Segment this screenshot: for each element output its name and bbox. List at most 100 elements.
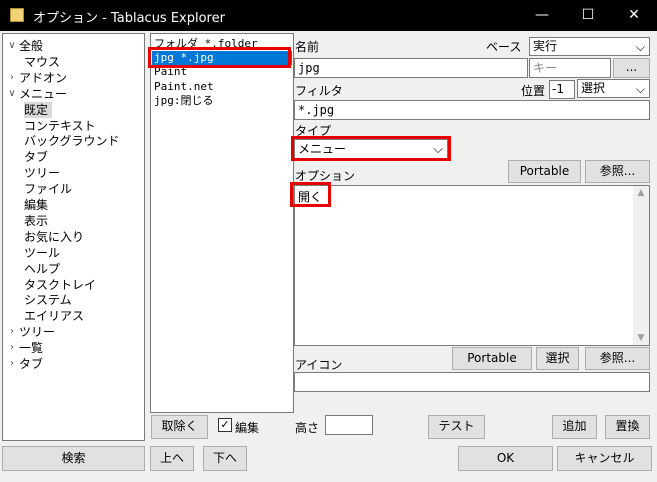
position-label: 位置 [521,84,546,98]
replace-button[interactable]: 置換 [605,415,650,439]
tree-item[interactable]: ツール [3,245,144,261]
tree-item[interactable]: 表示 [3,213,144,229]
key-input[interactable]: キー [529,58,611,78]
tree-item-label: お気に入り [24,229,85,244]
search-button[interactable]: 検索 [2,446,145,471]
list-item[interactable]: フォルダ *.folder [152,37,292,51]
filter-label: フィルタ [295,84,343,98]
scroll-down-icon[interactable]: ▼ [633,333,649,343]
icon-portable-button[interactable]: Portable [452,347,532,370]
tree-item[interactable]: › アドオン [3,70,144,86]
option-portable-button[interactable]: Portable [508,160,581,183]
base-select[interactable]: 実行 ⌵ [529,37,650,56]
expand-down-icon[interactable]: ∨ [7,86,17,102]
tree-item[interactable]: システム [3,292,144,308]
expand-right-icon[interactable]: › [7,70,17,86]
category-tree[interactable]: ∨ 全般 マウス › アドオン ∨ メニュー 既定 コンテキスト バックグラウンド タブ ツリー ファイ… [2,33,145,441]
move-down-button[interactable]: 下へ [203,446,247,471]
remove-button[interactable]: 取除く [151,415,208,439]
minimize-button[interactable]: — [519,0,565,31]
icon-input[interactable] [294,372,650,392]
list-item[interactable]: jpg:閉じる [152,94,292,108]
tree-item[interactable]: ∨ メニュー [3,86,144,102]
add-button[interactable]: 追加 [552,415,597,439]
base-label: ベース [486,40,522,54]
scroll-up-icon[interactable]: ▲ [633,188,649,198]
edit-checkbox-label: 編集 [235,421,260,435]
tree-item[interactable]: コンテキスト [3,118,144,134]
tree-item-label: タブ [24,150,49,165]
tree-item-label: タブ [19,357,44,371]
option-scrollbar[interactable]: ▲ ▼ [633,186,649,345]
tree-item-label: コンテキスト [24,118,96,133]
tree-item-label: 一覧 [19,341,44,356]
option-textarea-value: 開く [298,190,323,204]
tree-item[interactable]: バックグラウンド [3,133,144,149]
tree-item-label: ファイル [24,182,73,197]
tree-item-label: バックグラウンド [24,134,120,149]
menu-item-list[interactable]: フォルダ *.folder jpg *.jpg Paint Paint.net jpg:… [150,33,294,413]
tree-item[interactable]: › 一覧 [3,340,144,356]
tree-item-label: ツール [24,245,61,260]
tree-item-label: 表示 [24,213,49,228]
icon-label: アイコン [295,358,343,372]
height-input[interactable] [325,415,373,435]
test-button[interactable]: テスト [428,415,485,439]
ok-button[interactable]: OK [458,446,553,471]
tree-item-label: 既定 [24,101,53,118]
tree-item[interactable]: タブ [3,149,144,165]
list-item[interactable]: Paint [152,65,292,79]
expand-right-icon[interactable]: › [7,324,17,340]
tree-item[interactable]: 編集 [3,197,144,213]
tree-item[interactable]: 既定 [3,101,144,118]
close-button[interactable]: ✕ [611,0,657,31]
move-up-button[interactable]: 上へ [150,446,194,471]
edit-checkbox[interactable]: ✓ [218,418,232,432]
window-title: オプション - Tablacus Explorer [33,11,225,26]
position-input[interactable]: -1 [549,80,575,99]
expand-down-icon[interactable]: ∨ [7,38,17,54]
app-icon [10,8,24,22]
position-select-value: 選択 [581,81,606,95]
tree-item-label: アドオン [19,70,68,85]
icon-browse-button[interactable]: 参照... [585,347,650,370]
option-browse-button[interactable]: 参照... [585,160,650,183]
option-textarea[interactable]: 開く ▲ ▼ [294,185,650,346]
type-select-value: メニュー [298,142,347,156]
tree-item[interactable]: エイリアス [3,308,144,324]
list-item[interactable]: Paint.net [152,80,292,94]
filter-input[interactable]: *.jpg [294,100,650,120]
name-browse-button[interactable]: ... [613,58,650,78]
base-select-value: 実行 [533,39,558,53]
chevron-down-icon: ⌵ [433,142,443,157]
expand-right-icon[interactable]: › [7,340,17,356]
maximize-button[interactable]: ☐ [565,0,611,31]
tree-item[interactable]: タスクトレイ [3,277,144,293]
chevron-down-icon: ⌵ [635,82,645,96]
tree-item-label: ツリー [19,325,56,340]
tree-item-label: ツリー [24,166,61,181]
tree-item-label: マウス [24,54,61,69]
cancel-button[interactable]: キャンセル [557,446,652,471]
name-label: 名前 [295,40,320,54]
list-item[interactable]: jpg *.jpg [152,51,292,66]
tree-item[interactable]: ツリー [3,165,144,181]
expand-right-icon[interactable]: › [7,356,17,372]
position-select[interactable]: 選択 ⌵ [577,79,650,98]
chevron-down-icon: ⌵ [635,40,645,54]
tree-item-label: メニュー [19,86,68,101]
tree-item[interactable]: マウス [3,54,144,70]
tree-item[interactable]: ∨ 全般 [3,38,144,54]
type-select[interactable]: メニュー ⌵ [294,139,448,159]
tree-item[interactable]: › ツリー [3,324,144,340]
tree-item[interactable]: お気に入り [3,229,144,245]
tree-item[interactable]: ヘルプ [3,261,144,277]
type-label: タイプ [295,124,332,138]
height-label: 高さ [295,421,320,435]
tree-item[interactable]: › タブ [3,356,144,372]
name-input[interactable]: jpg [294,58,528,78]
icon-select-button[interactable]: 選択 [536,347,579,370]
tree-item[interactable]: ファイル [3,181,144,197]
tree-item-label: 編集 [24,198,49,212]
title-bar: オプション - Tablacus Explorer — ☐ ✕ [0,0,657,31]
